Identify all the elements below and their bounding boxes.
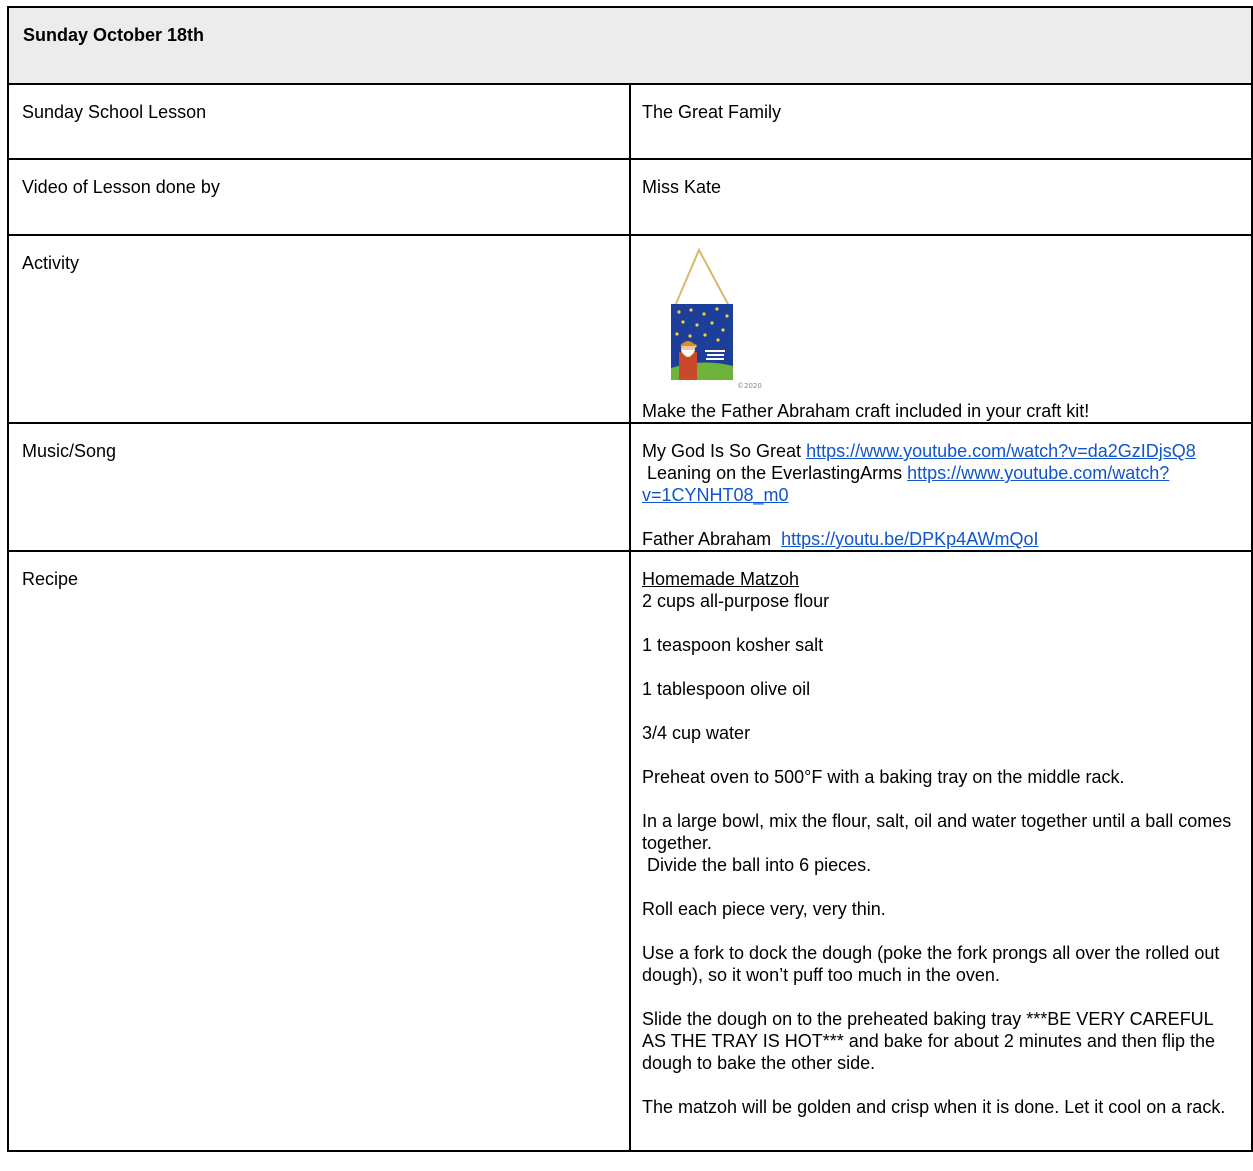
song-3: Father Abraham https://youtu.be/DPKp4AWm…	[642, 528, 1241, 550]
step-5: Slide the dough on to the preheated baki…	[642, 1009, 1215, 1073]
music-label: Music/Song	[7, 422, 631, 552]
recipe-label: Recipe	[7, 550, 631, 1152]
ingredient-1: 2 cups all-purpose flour	[642, 591, 830, 611]
activity-value: ©2020 Make the Father Abraham craft incl…	[629, 234, 1253, 424]
step-2b: Divide the ball into 6 pieces.	[642, 855, 872, 875]
activity-row: Activity ©2020 Make the Father Abraham c…	[7, 234, 1253, 424]
song-1-link[interactable]: https://www.youtube.com/watch?v=da2GzIDj…	[806, 441, 1196, 461]
song-1-title: My God Is So Great	[642, 441, 807, 461]
song-3-link[interactable]: https://youtu.be/DPKp4AWmQoI	[781, 529, 1038, 549]
song-3-title: Father Abraham	[642, 529, 782, 549]
ingredient-3: 1 tablespoon olive oil	[642, 679, 811, 699]
song-2-title: Leaning on the EverlastingArms	[642, 463, 908, 483]
recipe-value: Homemade Matzoh 2 cups all-purpose flour…	[629, 550, 1253, 1152]
lesson-value: The Great Family	[629, 83, 1253, 160]
music-value: My God Is So Great https://www.youtube.c…	[629, 422, 1253, 552]
father-abraham-craft-image: ©2020	[671, 247, 762, 390]
ingredient-2: 1 teaspoon kosher salt	[642, 635, 824, 655]
recipe-title: Homemade Matzoh	[642, 569, 800, 589]
step-4: Use a fork to dock the dough (poke the f…	[642, 943, 1220, 985]
ingredient-4: 3/4 cup water	[642, 723, 751, 743]
activity-text: Make the Father Abraham craft included i…	[642, 401, 1090, 421]
document-page: Sunday October 18th Sunday School Lesson…	[7, 6, 1253, 1171]
recipe-row: Recipe Homemade Matzoh 2 cups all-purpos…	[7, 550, 1253, 1152]
step-6: The matzoh will be golden and crisp when…	[642, 1097, 1226, 1117]
activity-label: Activity	[7, 234, 631, 424]
lesson-row: Sunday School Lesson The Great Family	[7, 83, 1253, 160]
header-cell: Sunday October 18th	[7, 6, 1253, 85]
video-row: Video of Lesson done by Miss Kate	[7, 158, 1253, 236]
image-copyright: ©2020	[737, 382, 762, 390]
song-2: Leaning on the EverlastingArms https://w…	[642, 462, 1241, 506]
video-value: Miss Kate	[629, 158, 1253, 236]
song-1: My God Is So Great https://www.youtube.c…	[642, 440, 1241, 462]
schedule-table: Sunday October 18th Sunday School Lesson…	[7, 6, 1253, 1152]
step-1: Preheat oven to 500°F with a baking tray…	[642, 767, 1125, 787]
page-title: Sunday October 18th	[23, 25, 205, 45]
lesson-label: Sunday School Lesson	[7, 83, 631, 160]
step-2: In a large bowl, mix the flour, salt, oi…	[642, 811, 1232, 853]
music-row: Music/Song My God Is So Great https://ww…	[7, 422, 1253, 552]
step-3: Roll each piece very, very thin.	[642, 899, 886, 919]
video-label: Video of Lesson done by	[7, 158, 631, 236]
header-row: Sunday October 18th	[7, 6, 1253, 85]
